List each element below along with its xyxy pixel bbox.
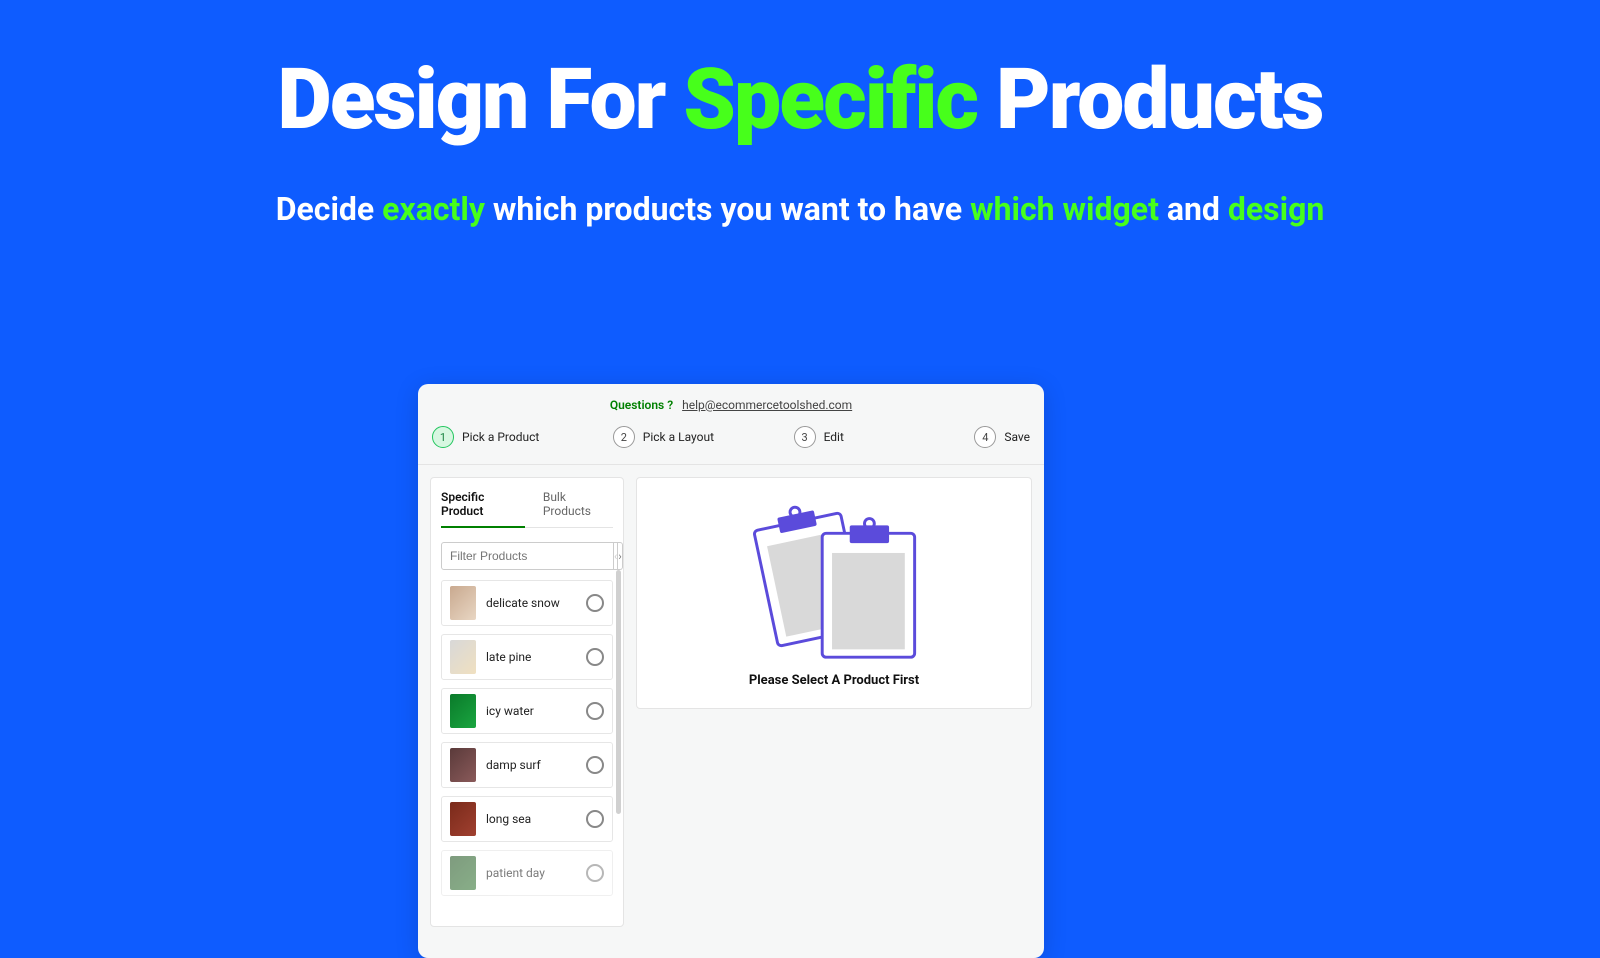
product-name: late pine — [486, 650, 576, 664]
product-name: icy water — [486, 704, 576, 718]
product-thumbnail — [450, 640, 476, 674]
product-name: damp surf — [486, 758, 576, 772]
product-thumbnail — [450, 856, 476, 890]
clipboard-empty-icon — [734, 492, 934, 669]
list-item[interactable]: long sea — [441, 796, 613, 842]
step-number: 2 — [613, 426, 635, 448]
product-thumbnail — [450, 694, 476, 728]
content-row: Specific Product Bulk Products ‹ › delic… — [418, 465, 1044, 939]
filter-row: ‹ › — [441, 542, 613, 570]
next-page-button[interactable]: › — [618, 542, 622, 570]
filter-products-input[interactable] — [441, 542, 614, 570]
select-radio[interactable] — [586, 810, 604, 828]
product-picker-panel: Specific Product Bulk Products ‹ › delic… — [430, 477, 624, 927]
preview-panel: Please Select A Product First — [636, 477, 1032, 709]
hero-title-post: Products — [977, 50, 1322, 149]
product-list: delicate snow late pine icy water damp s… — [441, 580, 613, 896]
hero-title: Design For Specific Products — [0, 58, 1600, 142]
select-radio[interactable] — [586, 594, 604, 612]
product-thumbnail — [450, 586, 476, 620]
hero-title-highlight: Specific — [683, 50, 977, 149]
product-name: long sea — [486, 812, 576, 826]
select-radio[interactable] — [586, 756, 604, 774]
hero-subtitle: Decide exactly which products you want t… — [0, 190, 1600, 228]
tab-specific-product[interactable]: Specific Product — [441, 490, 525, 528]
app-window: Questions ? help@ecommercetoolshed.com 1… — [418, 384, 1044, 958]
step-label: Save — [1004, 430, 1030, 444]
step-label: Pick a Layout — [643, 430, 714, 444]
list-item[interactable]: icy water — [441, 688, 613, 734]
select-radio[interactable] — [586, 864, 604, 882]
product-thumbnail — [450, 802, 476, 836]
list-item[interactable]: delicate snow — [441, 580, 613, 626]
chevron-right-icon: › — [618, 550, 621, 563]
empty-state-message: Please Select A Product First — [749, 673, 919, 688]
product-tabs: Specific Product Bulk Products — [441, 490, 613, 528]
step-pick-product[interactable]: 1 Pick a Product — [432, 426, 601, 448]
select-radio[interactable] — [586, 702, 604, 720]
scrollbar[interactable] — [616, 570, 621, 814]
chevron-left-icon: ‹ — [614, 550, 617, 563]
step-pick-layout[interactable]: 2 Pick a Layout — [613, 426, 782, 448]
step-number: 3 — [794, 426, 816, 448]
tab-bulk-products[interactable]: Bulk Products — [543, 490, 613, 527]
questions-label: Questions ? — [610, 398, 673, 412]
step-edit[interactable]: 3 Edit — [794, 426, 963, 448]
stepper: 1 Pick a Product 2 Pick a Layout 3 Edit … — [418, 422, 1044, 465]
step-label: Edit — [824, 430, 844, 444]
step-label: Pick a Product — [462, 430, 539, 444]
step-number: 4 — [974, 426, 996, 448]
select-radio[interactable] — [586, 648, 604, 666]
list-item[interactable]: damp surf — [441, 742, 613, 788]
support-email-link[interactable]: help@ecommercetoolshed.com — [682, 398, 852, 412]
step-save[interactable]: 4 Save — [974, 426, 1030, 448]
questions-bar: Questions ? help@ecommercetoolshed.com — [418, 384, 1044, 422]
product-name: delicate snow — [486, 596, 576, 610]
product-name: patient day — [486, 866, 576, 880]
list-item[interactable]: patient day — [441, 850, 613, 896]
hero-title-pre: Design For — [277, 50, 683, 149]
step-number: 1 — [432, 426, 454, 448]
product-thumbnail — [450, 748, 476, 782]
list-item[interactable]: late pine — [441, 634, 613, 680]
